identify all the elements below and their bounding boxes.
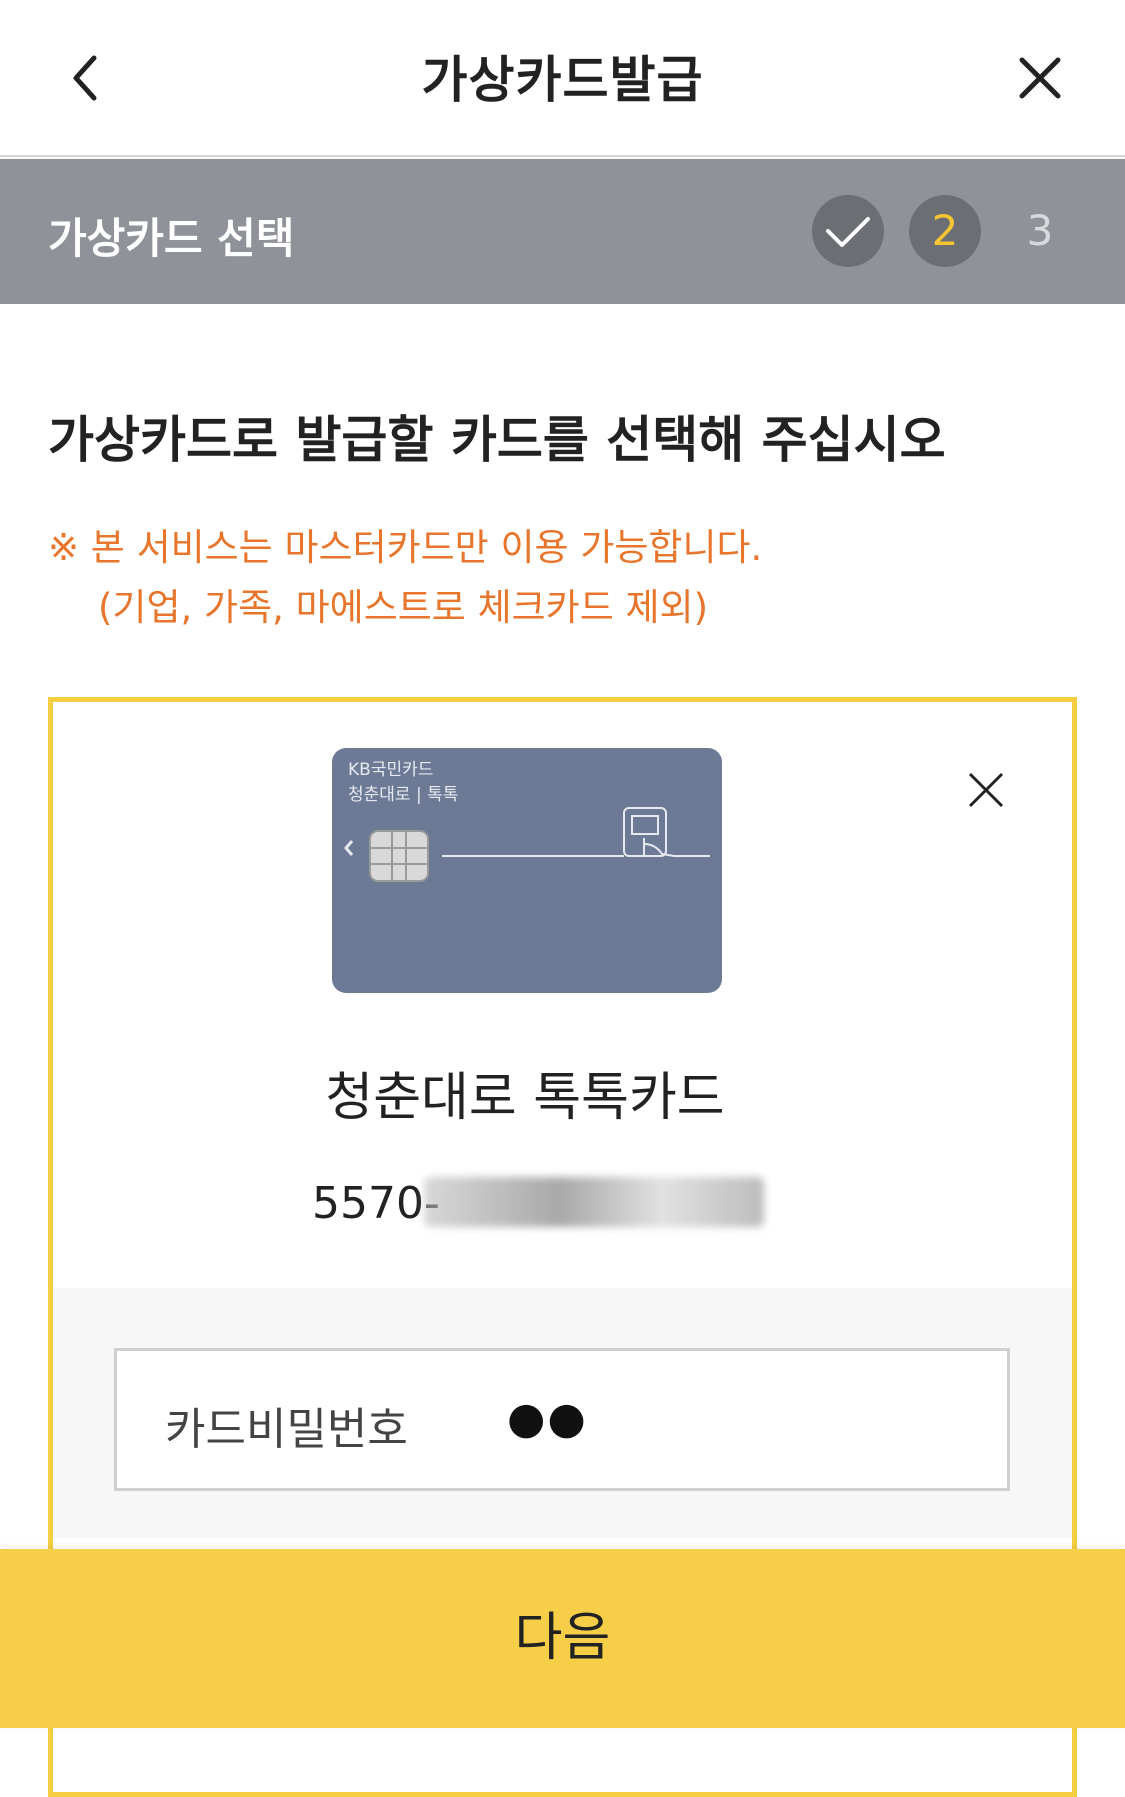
card-name: 청춘대로 톡톡카드	[325, 1068, 725, 1128]
step-2-current: 2	[909, 195, 981, 267]
close-button[interactable]	[1010, 48, 1070, 108]
instruction-text: 가상카드로 발급할 카드를 선택해 주십시오	[48, 411, 946, 469]
step-3-upcoming: 3	[1026, 206, 1054, 255]
password-label: 카드비밀번호	[165, 1404, 408, 1455]
close-icon	[1019, 57, 1061, 99]
notice-line-1: ※ 본 서비스는 마스터카드만 이용 가능합니다.	[48, 526, 763, 569]
notice-line-2: (기업, 가족, 마에스트로 체크카드 제외)	[98, 586, 709, 629]
card-artwork	[344, 807, 710, 882]
close-icon	[968, 772, 1004, 808]
remove-card-button[interactable]	[962, 766, 1010, 814]
app-header: 가상카드발급	[0, 0, 1125, 157]
next-button[interactable]: 다음	[0, 1549, 1125, 1728]
card-number-blurred	[424, 1177, 764, 1227]
step-progress-bar: 가상카드 선택 2 3	[0, 159, 1125, 304]
card-password-field[interactable]: 카드비밀번호 ●●	[114, 1348, 1010, 1491]
service-notice: ※ 본 서비스는 마스터카드만 이용 가능합니다. (기업, 가족, 마에스트로…	[48, 518, 762, 638]
step-title: 가상카드 선택	[48, 214, 295, 263]
password-masked-value: ●●	[507, 1393, 588, 1444]
card-image[interactable]: KB국민카드 청춘대로 | 톡톡	[332, 748, 722, 993]
check-icon	[826, 217, 870, 247]
card-number: 5570-	[312, 1178, 440, 1229]
phone-touch-icon	[623, 807, 710, 857]
step-1-done	[812, 195, 884, 267]
page-title: 가상카드발급	[421, 51, 704, 109]
chip-icon	[369, 830, 429, 882]
